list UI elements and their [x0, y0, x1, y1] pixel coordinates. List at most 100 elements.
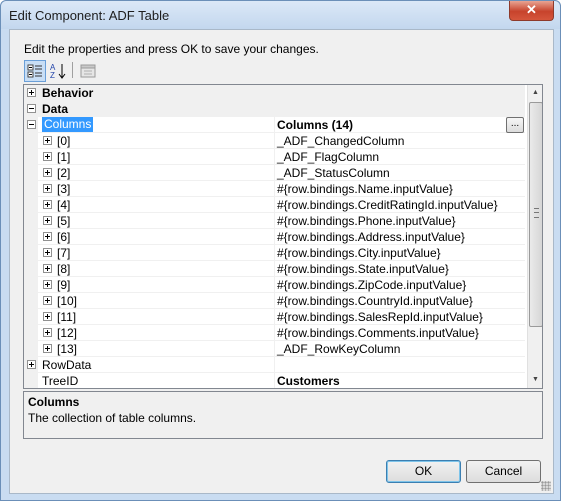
column-divider[interactable]: [274, 117, 275, 133]
property-value[interactable]: _ADF_ChangedColumn: [277, 134, 404, 148]
column-divider[interactable]: [274, 309, 275, 325]
column-divider[interactable]: [274, 341, 275, 357]
column-divider[interactable]: [274, 277, 275, 293]
grid-property-row[interactable]: [9] #{row.bindings.ZipCode.inputValue}: [24, 277, 525, 293]
collapse-minus-icon[interactable]: [27, 104, 36, 113]
grid-property-row[interactable]: [7] #{row.bindings.City.inputValue}: [24, 245, 525, 261]
property-value[interactable]: #{row.bindings.CountryId.inputValue}: [277, 294, 473, 308]
grid-property-row[interactable]: [3] #{row.bindings.Name.inputValue}: [24, 181, 525, 197]
grid-property-row[interactable]: TreeID Customers: [24, 373, 525, 389]
expand-plus-icon[interactable]: [43, 216, 52, 225]
column-divider[interactable]: [274, 197, 275, 213]
property-value[interactable]: #{row.bindings.Phone.inputValue}: [277, 214, 456, 228]
window-title: Edit Component: ADF Table: [9, 8, 170, 23]
categorized-button[interactable]: [24, 60, 46, 82]
dialog-body: Edit the properties and press OK to save…: [9, 29, 554, 494]
alphabetical-icon: A Z: [50, 63, 66, 80]
column-divider[interactable]: [274, 181, 275, 197]
scroll-down-arrow-icon[interactable]: ▼: [528, 372, 542, 388]
expand-plus-icon[interactable]: [43, 184, 52, 193]
expand-plus-icon[interactable]: [43, 136, 52, 145]
property-name: Columns: [42, 117, 94, 132]
expand-plus-icon[interactable]: [43, 200, 52, 209]
ellipsis-button[interactable]: ...: [506, 117, 524, 133]
column-divider[interactable]: [274, 165, 275, 181]
property-value[interactable]: Columns (14): [277, 118, 353, 132]
alphabetical-button[interactable]: A Z: [47, 60, 69, 82]
toolbar-separator: [72, 62, 73, 78]
grid-property-row[interactable]: [10] #{row.bindings.CountryId.inputValue}: [24, 293, 525, 309]
property-value[interactable]: #{row.bindings.SalesRepId.inputValue}: [277, 310, 483, 324]
property-name: [4]: [57, 198, 71, 212]
column-divider[interactable]: [274, 357, 275, 373]
property-value[interactable]: #{row.bindings.Comments.inputValue}: [277, 326, 479, 340]
grid-property-row[interactable]: [1] _ADF_FlagColumn: [24, 149, 525, 165]
column-divider[interactable]: [274, 213, 275, 229]
expand-plus-icon[interactable]: [43, 280, 52, 289]
property-value[interactable]: #{row.bindings.City.inputValue}: [277, 246, 441, 260]
property-value[interactable]: _ADF_FlagColumn: [277, 150, 379, 164]
property-name: [1]: [57, 150, 71, 164]
expand-plus-icon[interactable]: [43, 248, 52, 257]
column-divider[interactable]: [274, 325, 275, 341]
property-grid-toolbar: A Z: [24, 60, 144, 82]
column-divider[interactable]: [274, 133, 275, 149]
dialog-window: Edit Component: ADF Table ✕ Edit the pro…: [0, 0, 561, 501]
expand-plus-icon[interactable]: [43, 296, 52, 305]
property-value[interactable]: #{row.bindings.State.inputValue}: [277, 262, 449, 276]
description-text: The collection of table columns.: [28, 411, 197, 425]
grid-category-row[interactable]: Behavior: [24, 85, 525, 101]
description-title: Columns: [28, 395, 80, 409]
scroll-thumb[interactable]: [529, 102, 542, 327]
grid-property-row[interactable]: [11] #{row.bindings.SalesRepId.inputValue…: [24, 309, 525, 325]
category-label: Data: [42, 102, 69, 116]
property-grid[interactable]: Behavior Data Columns Columns (14)... [0] _AD…: [23, 84, 543, 389]
title-bar[interactable]: Edit Component: ADF Table ✕: [1, 1, 560, 29]
column-divider[interactable]: [274, 245, 275, 261]
expand-plus-icon[interactable]: [43, 344, 52, 353]
column-divider[interactable]: [274, 373, 275, 388]
collapse-minus-icon[interactable]: [27, 120, 36, 129]
property-value[interactable]: _ADF_RowKeyColumn: [277, 342, 400, 356]
grid-property-row[interactable]: Columns Columns (14)...: [24, 117, 525, 133]
grid-category-row[interactable]: Data: [24, 101, 525, 117]
column-divider[interactable]: [274, 261, 275, 277]
grid-property-row[interactable]: [13] _ADF_RowKeyColumn: [24, 341, 525, 357]
property-name: [12]: [57, 326, 78, 340]
grid-property-row[interactable]: [12] #{row.bindings.Comments.inputValue}: [24, 325, 525, 341]
property-name: [0]: [57, 134, 71, 148]
grid-property-row[interactable]: [5] #{row.bindings.Phone.inputValue}: [24, 213, 525, 229]
property-pages-button[interactable]: [77, 60, 99, 82]
close-button[interactable]: ✕: [509, 1, 554, 21]
property-value[interactable]: #{row.bindings.Address.inputValue}: [277, 230, 465, 244]
column-divider[interactable]: [274, 229, 275, 245]
property-value[interactable]: #{row.bindings.ZipCode.inputValue}: [277, 278, 466, 292]
grid-property-row[interactable]: [6] #{row.bindings.Address.inputValue}: [24, 229, 525, 245]
column-divider[interactable]: [274, 149, 275, 165]
expand-plus-icon[interactable]: [43, 168, 52, 177]
vertical-scrollbar[interactable]: ▲ ▼: [527, 85, 542, 388]
column-divider[interactable]: [274, 293, 275, 309]
grid-property-row[interactable]: [8] #{row.bindings.State.inputValue}: [24, 261, 525, 277]
scroll-up-arrow-icon[interactable]: ▲: [528, 85, 542, 101]
close-icon: ✕: [526, 2, 537, 17]
expand-plus-icon[interactable]: [43, 232, 52, 241]
property-value[interactable]: #{row.bindings.CreditRatingId.inputValue…: [277, 198, 498, 212]
resize-grip-icon[interactable]: [541, 481, 551, 491]
ok-button[interactable]: OK: [386, 460, 461, 483]
cancel-button[interactable]: Cancel: [466, 460, 541, 483]
grid-property-row[interactable]: [2] _ADF_StatusColumn: [24, 165, 525, 181]
expand-plus-icon[interactable]: [43, 264, 52, 273]
grid-property-row[interactable]: [4] #{row.bindings.CreditRatingId.inputVa…: [24, 197, 525, 213]
property-value[interactable]: #{row.bindings.Name.inputValue}: [277, 182, 453, 196]
property-value[interactable]: Customers: [277, 374, 340, 388]
grid-property-row[interactable]: [0] _ADF_ChangedColumn: [24, 133, 525, 149]
expand-plus-icon[interactable]: [43, 152, 52, 161]
expand-plus-icon[interactable]: [27, 88, 36, 97]
grid-property-row[interactable]: RowData: [24, 357, 525, 373]
row-divider: [38, 388, 525, 389]
expand-plus-icon[interactable]: [43, 328, 52, 337]
property-value[interactable]: _ADF_StatusColumn: [277, 166, 390, 180]
expand-plus-icon[interactable]: [27, 360, 36, 369]
expand-plus-icon[interactable]: [43, 312, 52, 321]
